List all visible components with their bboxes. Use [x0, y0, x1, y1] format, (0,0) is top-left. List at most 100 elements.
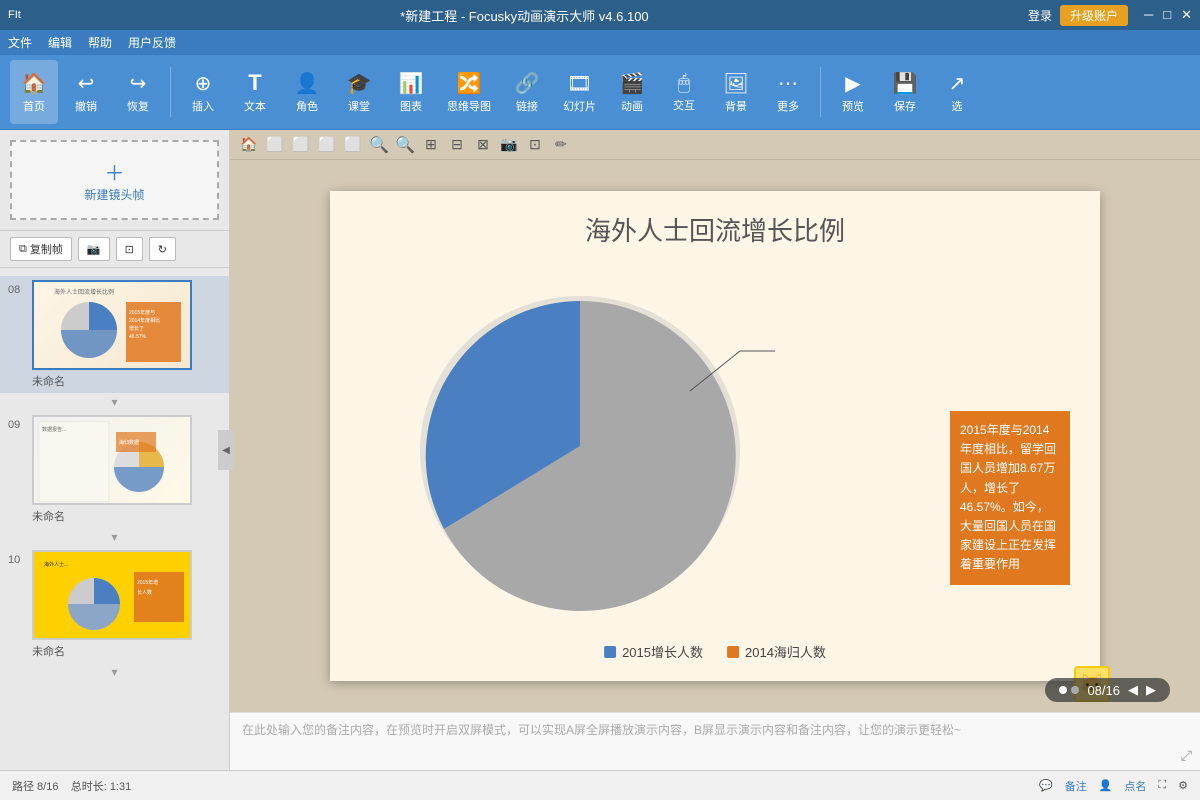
- slide-icon-bar-10: ▾: [0, 663, 229, 681]
- canvas-tool-c[interactable]: ⊠: [472, 134, 494, 156]
- notes-area[interactable]: 在此处输入您的备注内容，在预览时开启双屏模式，可以实现A屏全屏播放演示内容，B屏…: [230, 712, 1200, 770]
- window-title: *新建工程 - Focusky动画演示大师 v4.6.100: [21, 6, 1028, 25]
- menu-feedback[interactable]: 用户反馈: [128, 34, 176, 51]
- copy-frame-button[interactable]: ⧉ 复制帧: [10, 237, 72, 261]
- zoom-out-button[interactable]: 🔍: [394, 134, 416, 156]
- tool-insert-label: 插入: [192, 98, 214, 114]
- svg-text:数据报告...: 数据报告...: [42, 426, 66, 433]
- tool-character[interactable]: 👤 角色: [283, 60, 331, 124]
- settings-button[interactable]: ⚙: [1178, 779, 1188, 792]
- notes-status-label[interactable]: 备注: [1065, 778, 1087, 794]
- tool-redo-label: 恢复: [127, 98, 149, 114]
- tool-preview-label: 预览: [842, 98, 864, 114]
- tool-slide-label: 幻灯片: [563, 98, 596, 114]
- tool-chart[interactable]: 📊 图表: [387, 60, 435, 124]
- frame-indicator-09: ▾: [111, 530, 117, 544]
- select-icon: ↗: [949, 71, 966, 96]
- status-bar: 路径 8/16 总时长: 1:31 💬 备注 👤 点名 ⛶ ⚙: [0, 770, 1200, 800]
- insert-icon: ⊕: [195, 71, 212, 96]
- callout-box: 2015年度与2014年度相比，留学回国人员增加8.67万人，增长了46.57%…: [950, 411, 1070, 585]
- path-label: 路径 8/16: [12, 781, 58, 793]
- app-icon: FIt: [8, 9, 21, 21]
- slide-dot-2: [1071, 686, 1079, 694]
- tool-text-label: 文本: [244, 98, 266, 114]
- page-indicator: 08/16 ◀ ▶: [1045, 678, 1170, 702]
- legend-dot-2015: [604, 646, 616, 658]
- next-page-button[interactable]: ▶: [1146, 682, 1156, 698]
- svg-text:2015年增: 2015年增: [137, 579, 158, 586]
- canvas-screenshot-button[interactable]: 📷: [498, 134, 520, 156]
- status-right: 💬 备注 👤 点名 ⛶ ⚙: [1039, 778, 1188, 794]
- tool-preview[interactable]: ▶ 预览: [829, 60, 877, 124]
- login-button[interactable]: 登录: [1028, 7, 1052, 24]
- prev-page-button[interactable]: ◀: [1128, 682, 1138, 698]
- slide-item-10[interactable]: 10 海外人士... 2015年增 长人数: [0, 546, 229, 663]
- tool-link[interactable]: 🔗 链接: [503, 60, 551, 124]
- zoom-in-button[interactable]: 🔍: [368, 134, 390, 156]
- tool-character-label: 角色: [296, 98, 318, 114]
- canvas-frame2-button[interactable]: ⬜: [290, 134, 312, 156]
- slide-container: 海外人士回流增长比例: [330, 191, 1100, 681]
- text-icon: T: [248, 70, 261, 96]
- tool-redo[interactable]: ↪ 恢复: [114, 60, 162, 124]
- tool-background[interactable]: 🖼 背景: [712, 60, 760, 124]
- slide-item-08[interactable]: 08 2015年度与 2014年度相比 增长了: [0, 276, 229, 393]
- canvas-pen-button[interactable]: ✏: [550, 134, 572, 156]
- close-button[interactable]: ✕: [1181, 7, 1192, 23]
- canvas-tool-a[interactable]: ⊞: [420, 134, 442, 156]
- tool-interact[interactable]: 🖱 交互: [660, 60, 708, 124]
- canvas-frame3-button[interactable]: ⬜: [316, 134, 338, 156]
- tool-save[interactable]: 💾 保存: [881, 60, 929, 124]
- tool-more[interactable]: ⋯ 更多: [764, 60, 812, 124]
- menu-help[interactable]: 帮助: [88, 34, 112, 51]
- tool-home-label: 首页: [23, 98, 45, 114]
- tool-select-label: 选: [952, 98, 963, 114]
- canvas-tool-d[interactable]: ⊡: [524, 134, 546, 156]
- tool-slide[interactable]: 🎞 幻灯片: [555, 60, 604, 124]
- slide-item-09[interactable]: 09 数据报告... 海归数据: [0, 411, 229, 528]
- rotate-button[interactable]: ↻: [149, 237, 176, 261]
- slide-thumb-10: 海外人士... 2015年增 长人数: [32, 550, 192, 640]
- fullscreen-button[interactable]: ⛶: [1158, 779, 1166, 792]
- tool-text[interactable]: T 文本: [231, 60, 279, 124]
- upgrade-button[interactable]: 升级账户: [1060, 5, 1128, 26]
- character-icon: 👤: [295, 71, 320, 96]
- chart-icon: 📊: [399, 71, 424, 96]
- new-frame-label: 新建镜头帧: [84, 186, 144, 203]
- tool-insert[interactable]: ⊕ 插入: [179, 60, 227, 124]
- tool-animate[interactable]: 🎬 动画: [608, 60, 656, 124]
- maximize-button[interactable]: □: [1163, 7, 1171, 23]
- slide-label-10: 未命名: [32, 643, 192, 659]
- slide-canvas: 8 海外人士回流增长比例: [230, 160, 1200, 712]
- crop-button[interactable]: ⊡: [116, 237, 143, 261]
- tool-interact-label: 交互: [673, 97, 695, 113]
- slide-label-08: 未命名: [32, 373, 192, 389]
- canvas-frame1-button[interactable]: ⬜: [264, 134, 286, 156]
- notes-expand-button[interactable]: ⤢: [1181, 747, 1192, 764]
- new-frame-button[interactable]: ＋ 新建镜头帧: [10, 140, 219, 220]
- canvas-toolbar: 🏠 ⬜ ⬜ ⬜ ⬜ 🔍 🔍 ⊞ ⊟ ⊠ 📷 ⊡ ✏: [230, 130, 1200, 160]
- minimize-button[interactable]: ─: [1144, 7, 1153, 23]
- canvas-home-button[interactable]: 🏠: [238, 134, 260, 156]
- camera-icon: 📷: [87, 243, 101, 256]
- screenshot-button[interactable]: 📷: [78, 237, 110, 261]
- canvas-tool-b[interactable]: ⊟: [446, 134, 468, 156]
- tool-background-label: 背景: [725, 98, 747, 114]
- collapse-left-panel-button[interactable]: ◀: [218, 430, 234, 470]
- tool-link-label: 链接: [516, 98, 538, 114]
- menu-file[interactable]: 文件: [8, 34, 32, 51]
- tool-select[interactable]: ↗ 选: [933, 60, 981, 124]
- canvas-frame4-button[interactable]: ⬜: [342, 134, 364, 156]
- slide-icon-bar-08: ▾: [0, 393, 229, 411]
- tool-undo[interactable]: ↩ 撤销: [62, 60, 110, 124]
- slide-icon-bar-09: ▾: [0, 528, 229, 546]
- menu-edit[interactable]: 编辑: [48, 34, 72, 51]
- preview-icon: ▶: [845, 71, 860, 96]
- notes-placeholder: 在此处输入您的备注内容，在预览时开启双屏模式，可以实现A屏全屏播放演示内容，B屏…: [242, 721, 1188, 739]
- tool-mindmap[interactable]: 🔀 思维导图: [439, 60, 499, 124]
- tool-home[interactable]: 🏠 首页: [10, 60, 58, 124]
- points-status-label[interactable]: 点名: [1124, 778, 1146, 794]
- tool-undo-label: 撤销: [75, 98, 97, 114]
- tool-class[interactable]: 🎓 课堂: [335, 60, 383, 124]
- status-path: 路径 8/16 总时长: 1:31: [12, 778, 131, 794]
